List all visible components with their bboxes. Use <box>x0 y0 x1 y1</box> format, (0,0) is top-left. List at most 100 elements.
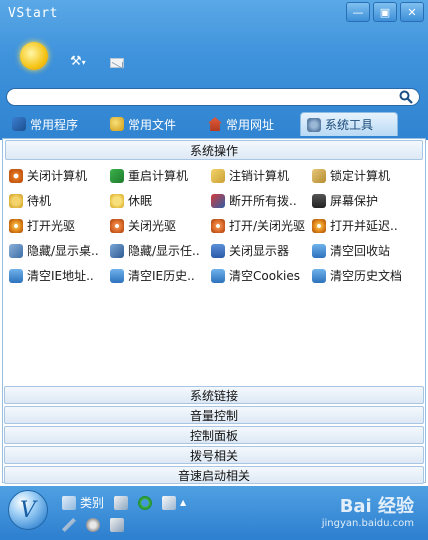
wrench-icon[interactable] <box>62 518 76 532</box>
clear-cookies-icon <box>211 268 225 283</box>
item-label: 断开所有拨.. <box>229 194 297 208</box>
mail-icon[interactable] <box>110 58 124 68</box>
clear-docs-icon <box>312 268 326 283</box>
item-label: 锁定计算机 <box>330 169 391 183</box>
item-disconnect-dialup[interactable]: 断开所有拨.. <box>211 188 312 213</box>
item-label: 清空回收站 <box>330 244 391 258</box>
item-label: 清空IE地址.. <box>27 269 94 283</box>
gear-person-icon <box>307 117 321 132</box>
item-close-cd[interactable]: 关闭光驱 <box>110 213 211 238</box>
add-icon[interactable] <box>114 495 129 510</box>
item-standby[interactable]: 待机 <box>9 188 110 213</box>
cd-delay-icon <box>312 218 326 233</box>
tab-common-urls[interactable]: 常用网址 <box>202 112 300 136</box>
hide-desktop-icon <box>9 243 23 258</box>
category-button[interactable]: 类别 <box>62 494 104 511</box>
standby-icon <box>9 193 23 208</box>
fruit-icon <box>110 117 124 131</box>
item-screensaver[interactable]: 屏幕保护 <box>312 188 413 213</box>
item-label: 注销计算机 <box>229 169 290 183</box>
power-icon <box>9 168 23 183</box>
footer-toolbar-top: 类别 ▲ <box>62 494 186 511</box>
disconnect-icon <box>211 193 225 208</box>
tab-label: 常用程序 <box>30 117 79 132</box>
new-doc-icon <box>162 495 177 510</box>
item-restart[interactable]: 重启计算机 <box>110 163 211 188</box>
caret-icon: ▲ <box>180 498 187 507</box>
item-label: 休眠 <box>128 194 153 208</box>
tab-bar: 常用程序 常用文件 常用网址 系统工具 <box>6 112 398 136</box>
item-clear-ie-address[interactable]: 清空IE地址.. <box>9 263 110 288</box>
item-empty-recycle-bin[interactable]: 清空回收站 <box>312 238 413 263</box>
section-system-operations[interactable]: 系统操作 <box>5 140 423 160</box>
tab-system-tools[interactable]: 系统工具 <box>300 112 398 136</box>
logout-icon <box>211 168 225 183</box>
gears-icon[interactable] <box>86 518 100 532</box>
item-clear-cookies[interactable]: 清空Cookies <box>211 263 312 288</box>
item-label: 清空IE历史.. <box>128 269 195 283</box>
item-clear-ie-history[interactable]: 清空IE历史.. <box>110 263 211 288</box>
tab-common-programs[interactable]: 常用程序 <box>6 112 104 136</box>
section-control-panel[interactable]: 控制面板 <box>4 426 424 444</box>
item-shutdown[interactable]: 关闭计算机 <box>9 163 110 188</box>
footer-bar: V 类别 ▲ Bai 经验 jingyan.baidu.com <box>0 486 428 540</box>
window-grid-icon[interactable] <box>110 518 124 532</box>
search-icon[interactable] <box>399 90 413 104</box>
item-label: 关闭显示器 <box>229 244 290 258</box>
item-label: 打开/关闭光驱 <box>229 219 306 233</box>
section-quicklaunch[interactable]: 音速启动相关 <box>4 466 424 484</box>
search-bar <box>6 88 420 106</box>
item-open-delay-cd[interactable]: 打开并延迟.. <box>312 213 413 238</box>
item-label: 关闭计算机 <box>27 169 88 183</box>
section-system-links[interactable]: 系统链接 <box>4 386 424 404</box>
tab-common-files[interactable]: 常用文件 <box>104 112 202 136</box>
item-lock[interactable]: 锁定计算机 <box>312 163 413 188</box>
tab-label: 常用文件 <box>128 117 177 132</box>
tab-label: 常用网址 <box>226 117 275 132</box>
monitor-off-icon <box>211 243 225 258</box>
item-label: 打开并延迟.. <box>330 219 398 233</box>
house-icon <box>208 117 222 131</box>
vstart-orb-button[interactable]: V <box>8 490 48 530</box>
collapsed-sections: 系统链接 音量控制 控制面板 拨号相关 音速启动相关 <box>2 384 426 485</box>
item-monitor-off[interactable]: 关闭显示器 <box>211 238 312 263</box>
item-hibernate[interactable]: 休眠 <box>110 188 211 213</box>
item-toggle-taskbar[interactable]: 隐藏/显示任.. <box>110 238 211 263</box>
watermark-url: jingyan.baidu.com <box>321 518 414 529</box>
lock-icon <box>312 168 326 183</box>
minimize-button[interactable]: — <box>346 2 370 22</box>
item-toggle-desktop[interactable]: 隐藏/显示桌.. <box>9 238 110 263</box>
screensaver-icon <box>312 193 326 208</box>
item-logoff[interactable]: 注销计算机 <box>211 163 312 188</box>
cd-close-icon <box>110 218 124 233</box>
item-open-cd[interactable]: 打开光驱 <box>9 213 110 238</box>
new-doc-button[interactable]: ▲ <box>162 495 187 510</box>
watermark: Bai 经验 <box>339 496 414 517</box>
window-title: VStart <box>8 6 58 21</box>
item-label: 清空历史文档 <box>330 269 403 283</box>
category-icon <box>62 495 76 510</box>
item-toggle-cd[interactable]: 打开/关闭光驱 <box>211 213 312 238</box>
window-controls: — ▣ ✕ <box>346 2 424 22</box>
close-button[interactable]: ✕ <box>400 2 424 22</box>
system-operations-grid: 关闭计算机 重启计算机 注销计算机 锁定计算机 待机 休眠 断开所有拨.. 屏幕… <box>3 161 425 288</box>
cd-open-icon <box>9 218 23 233</box>
item-clear-docs[interactable]: 清空历史文档 <box>312 263 413 288</box>
header-panel: VStart — ▣ ✕ ⚒▾ 常用程序 常用文件 常用网址 系统工具 <box>0 0 428 140</box>
category-label: 类别 <box>80 496 105 510</box>
book-icon <box>12 117 26 131</box>
item-label: 打开光驱 <box>27 219 76 233</box>
tab-label: 系统工具 <box>325 118 374 132</box>
item-label: 隐藏/显示桌.. <box>27 244 99 258</box>
cd-toggle-icon <box>211 218 225 233</box>
section-dialup[interactable]: 拨号相关 <box>4 446 424 464</box>
search-input[interactable] <box>7 89 387 105</box>
weather-sun-icon[interactable] <box>20 42 48 70</box>
section-volume-control[interactable]: 音量控制 <box>4 406 424 424</box>
item-label: 关闭光驱 <box>128 219 177 233</box>
refresh-icon[interactable] <box>138 495 153 510</box>
skin-button[interactable]: ▣ <box>373 2 397 22</box>
item-label: 待机 <box>27 194 52 208</box>
wrench-icon[interactable]: ⚒▾ <box>70 54 98 70</box>
item-label: 清空Cookies <box>229 269 300 283</box>
